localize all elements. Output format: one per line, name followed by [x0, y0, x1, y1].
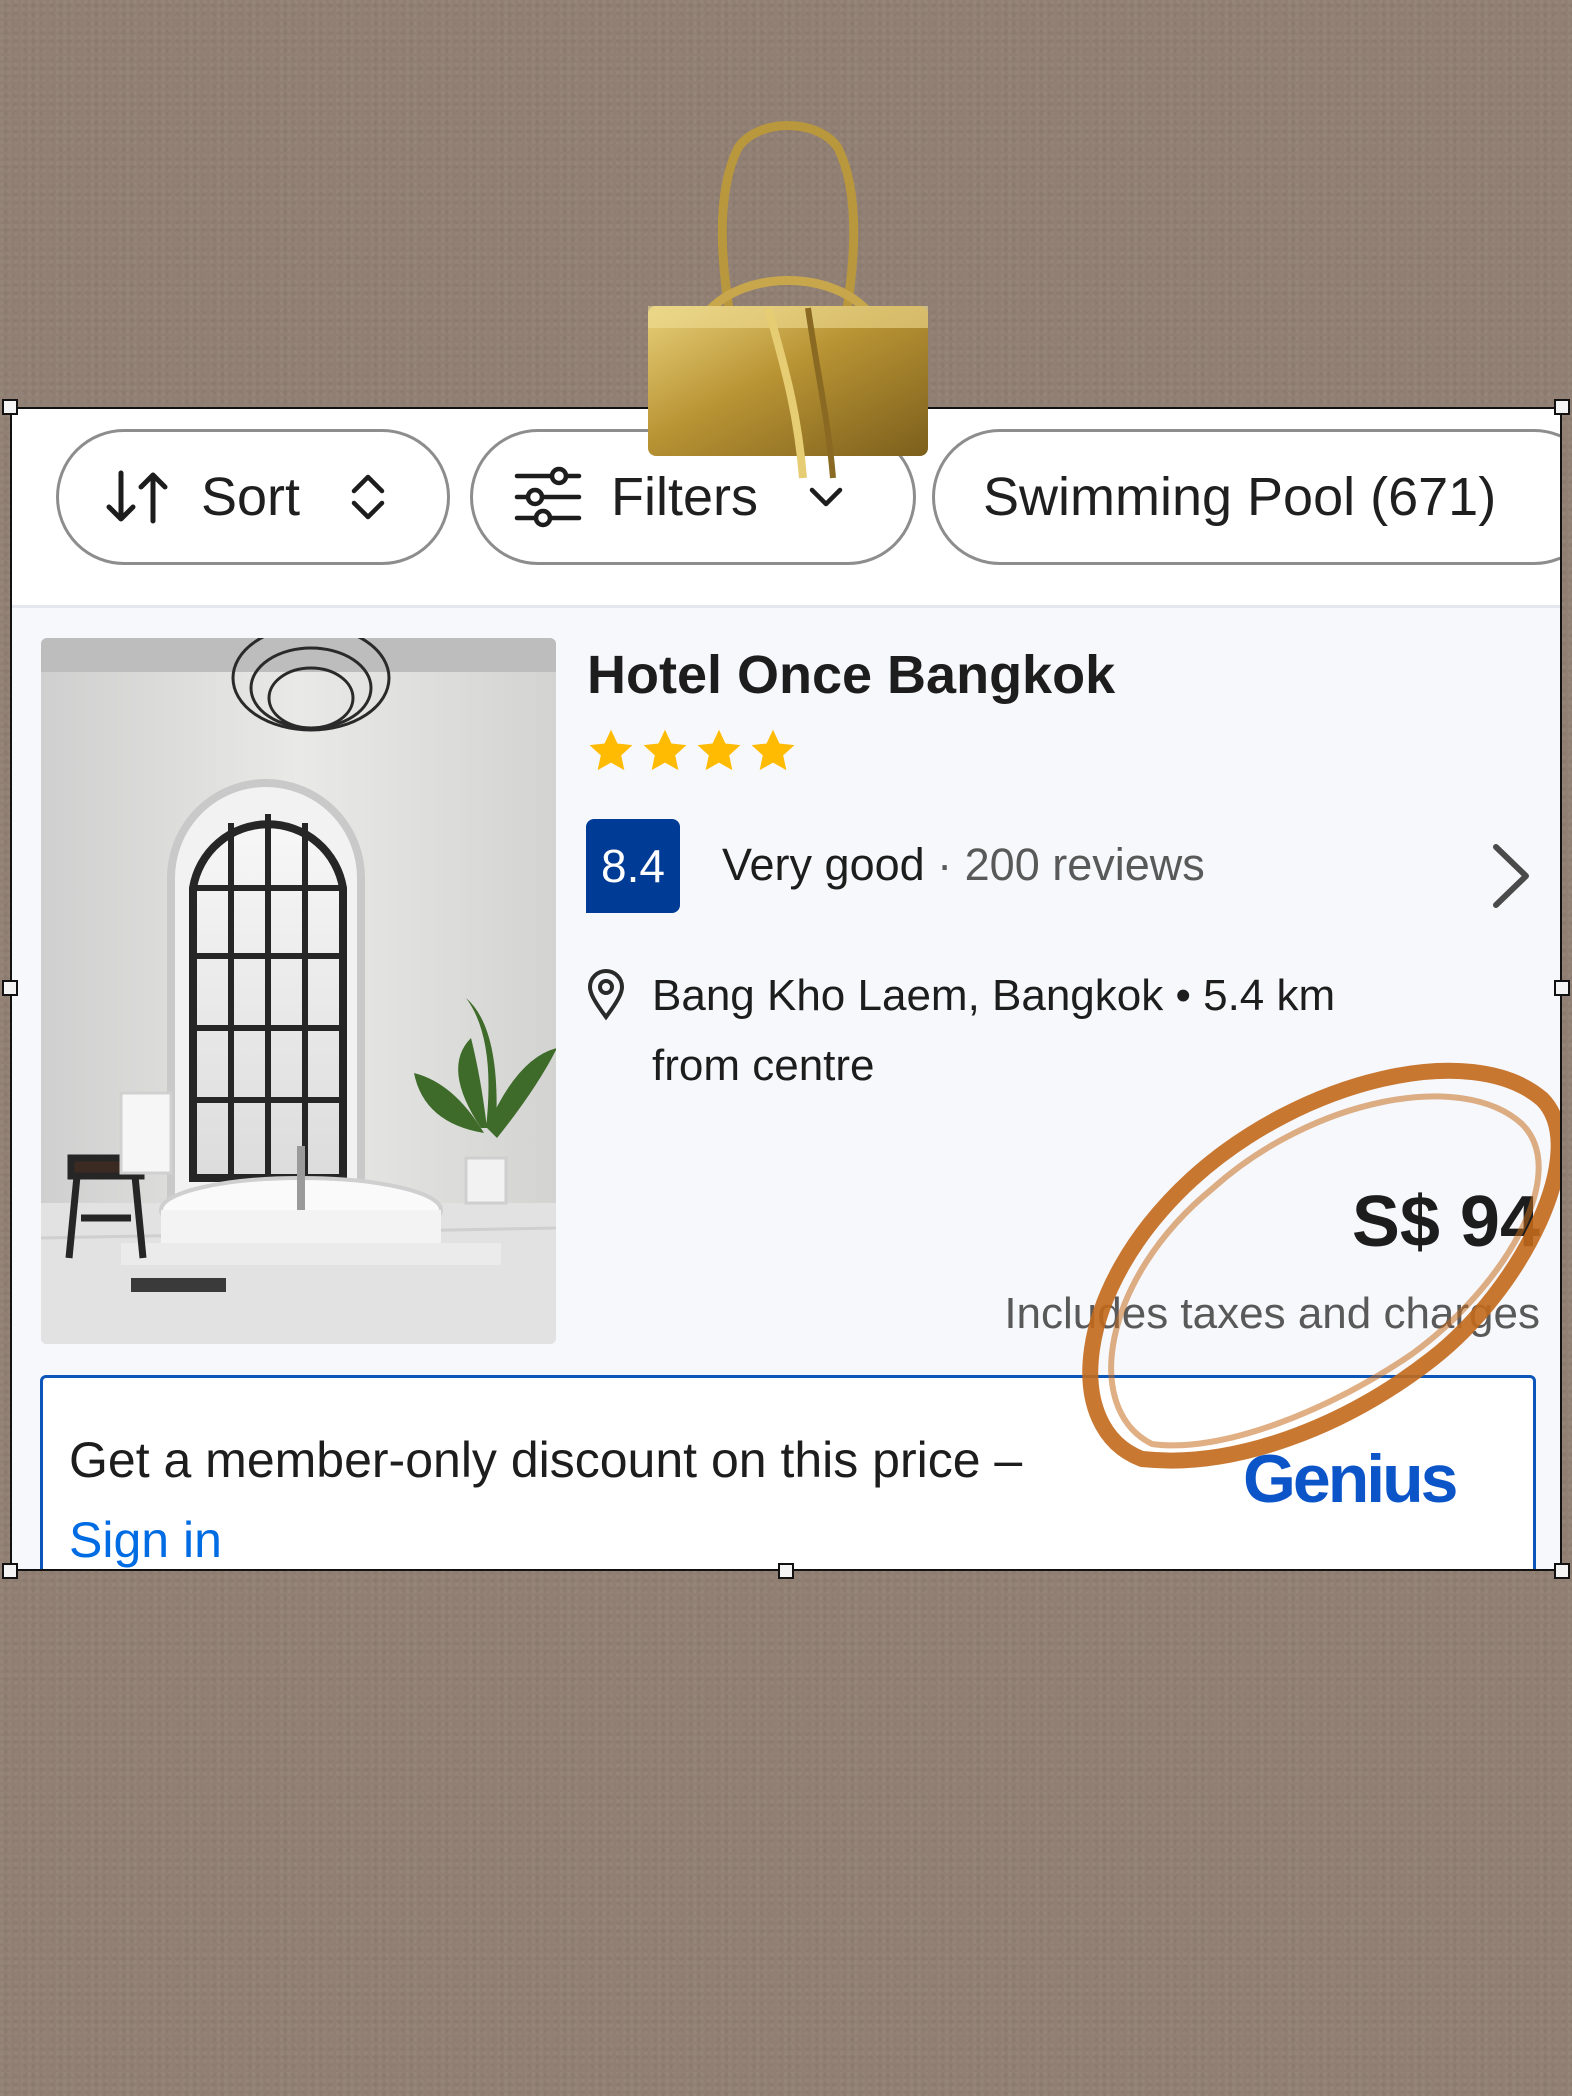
highlight-circle	[1082, 1062, 1560, 1469]
star-icon	[751, 729, 795, 771]
promo-text: Get a member-only discount on this price…	[69, 1432, 1023, 1488]
review-summary[interactable]: Very good · 200 reviews	[722, 839, 1205, 891]
rating-label: Very good	[722, 839, 925, 890]
sign-in-link[interactable]: Sign in	[69, 1512, 222, 1568]
location-pin-icon	[587, 969, 625, 1021]
pool-filter-label: Swimming Pool (671)	[983, 467, 1497, 527]
hotel-photo[interactable]	[41, 638, 556, 1344]
resize-handle[interactable]	[1554, 1563, 1570, 1579]
resize-handle[interactable]	[1554, 399, 1570, 415]
chevron-right-icon[interactable]	[1488, 841, 1534, 911]
review-count: · 200 reviews	[937, 839, 1205, 890]
location-line-1: Bang Kho Laem, Bangkok • 5.4 km	[652, 971, 1336, 1020]
bathroom-illustration	[41, 638, 556, 1344]
promo-text-block: Get a member-only discount on this price…	[69, 1420, 1169, 1569]
star-icon	[589, 729, 633, 771]
star-icon	[697, 729, 741, 771]
star-rating	[586, 726, 798, 776]
resize-handle[interactable]	[2, 980, 18, 996]
binder-clip-icon	[648, 121, 928, 479]
swimming-pool-filter-chip[interactable]: Swimming Pool (671)	[932, 429, 1560, 565]
sort-label: Sort	[201, 467, 301, 527]
hotel-name[interactable]: Hotel Once Bangkok	[587, 644, 1115, 706]
resize-handle[interactable]	[2, 1563, 18, 1579]
sliders-icon	[514, 466, 582, 528]
screenshot-card: Sort Filters Swimming Pool (671) Hotel O…	[10, 407, 1562, 1571]
sort-arrows-icon	[106, 470, 168, 524]
resize-handle[interactable]	[2, 399, 18, 415]
resize-handle[interactable]	[1554, 980, 1570, 996]
sort-button[interactable]: Sort	[56, 429, 450, 565]
resize-handle[interactable]	[778, 1563, 794, 1579]
updown-chevron-icon	[351, 474, 385, 520]
star-icon	[643, 729, 687, 771]
review-score-badge: 8.4	[586, 819, 680, 913]
